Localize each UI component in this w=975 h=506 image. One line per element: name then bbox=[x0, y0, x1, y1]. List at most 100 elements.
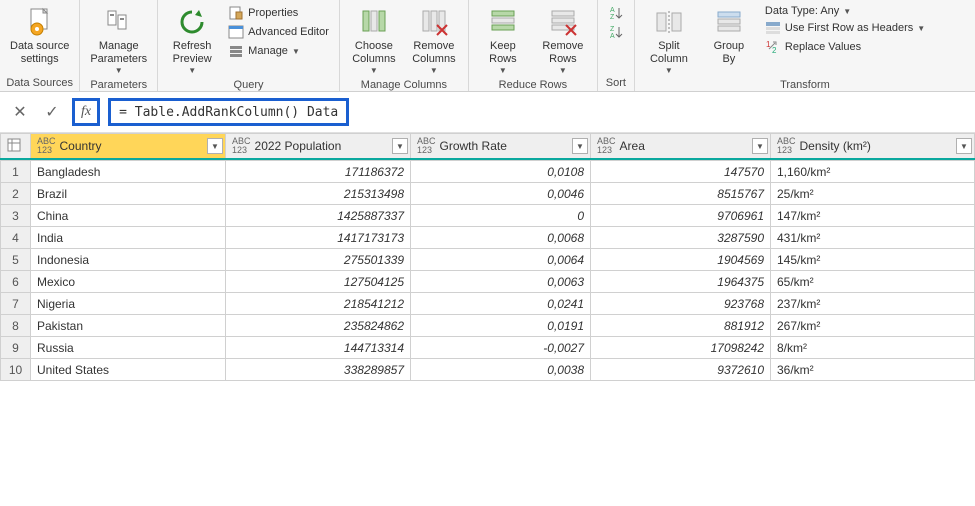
column-header-area[interactable]: ABC123 Area ▼ bbox=[591, 134, 771, 160]
cell-growth[interactable]: 0,0241 bbox=[411, 293, 591, 315]
split-column-button[interactable]: SplitColumn ▼ bbox=[639, 2, 699, 78]
properties-button[interactable]: Properties bbox=[224, 4, 333, 22]
choose-columns-button[interactable]: ChooseColumns ▼ bbox=[344, 2, 404, 78]
cell-growth[interactable]: 0,0038 bbox=[411, 359, 591, 381]
table-row[interactable]: 6Mexico1275041250,0063196437565/km² bbox=[1, 271, 975, 293]
cell-density[interactable]: 36/km² bbox=[771, 359, 975, 381]
cell-density[interactable]: 431/km² bbox=[771, 227, 975, 249]
group-by-button[interactable]: GroupBy bbox=[699, 2, 759, 68]
cell-area[interactable]: 8515767 bbox=[591, 183, 771, 205]
filter-button[interactable]: ▼ bbox=[207, 138, 223, 154]
cell-area[interactable]: 147570 bbox=[591, 161, 771, 183]
column-header-country[interactable]: ABC123 Country ▼ bbox=[31, 134, 226, 160]
remove-rows-button[interactable]: RemoveRows ▼ bbox=[533, 2, 593, 78]
cell-country[interactable]: Mexico bbox=[31, 271, 226, 293]
filter-button[interactable]: ▼ bbox=[392, 138, 408, 154]
cell-country[interactable]: Russia bbox=[31, 337, 226, 359]
column-header-density[interactable]: ABC123 Density (km²) ▼ bbox=[771, 134, 975, 160]
column-header-population[interactable]: ABC123 2022 Population ▼ bbox=[226, 134, 411, 160]
table-row[interactable]: 10United States3382898570,0038937261036/… bbox=[1, 359, 975, 381]
table-row[interactable]: 7Nigeria2185412120,0241923768237/km² bbox=[1, 293, 975, 315]
manage-parameters-label: ManageParameters bbox=[90, 40, 147, 66]
table-row[interactable]: 9Russia144713314-0,0027170982428/km² bbox=[1, 337, 975, 359]
table-row[interactable]: 8Pakistan2358248620,0191881912267/km² bbox=[1, 315, 975, 337]
table-row[interactable]: 4India14171731730,00683287590431/km² bbox=[1, 227, 975, 249]
cell-country[interactable]: Brazil bbox=[31, 183, 226, 205]
cell-population[interactable]: 1425887337 bbox=[226, 205, 411, 227]
cell-growth[interactable]: 0,0108 bbox=[411, 161, 591, 183]
cell-population[interactable]: 338289857 bbox=[226, 359, 411, 381]
cell-area[interactable]: 1904569 bbox=[591, 249, 771, 271]
filter-button[interactable]: ▼ bbox=[572, 138, 588, 154]
manage-button[interactable]: Manage ▼ bbox=[224, 42, 333, 60]
cell-country[interactable]: China bbox=[31, 205, 226, 227]
table-row[interactable]: 2Brazil2153134980,0046851576725/km² bbox=[1, 183, 975, 205]
remove-columns-button[interactable]: RemoveColumns ▼ bbox=[404, 2, 464, 78]
cell-population[interactable]: 235824862 bbox=[226, 315, 411, 337]
refresh-preview-button[interactable]: RefreshPreview ▼ bbox=[162, 2, 222, 78]
cell-country[interactable]: India bbox=[31, 227, 226, 249]
keep-rows-button[interactable]: KeepRows ▼ bbox=[473, 2, 533, 78]
parameters-icon bbox=[104, 4, 134, 40]
cell-density[interactable]: 65/km² bbox=[771, 271, 975, 293]
cell-country[interactable]: Indonesia bbox=[31, 249, 226, 271]
column-header-growth[interactable]: ABC123 Growth Rate ▼ bbox=[411, 134, 591, 160]
fx-button[interactable]: fx bbox=[72, 98, 100, 126]
cell-population[interactable]: 144713314 bbox=[226, 337, 411, 359]
data-source-settings-button[interactable]: Data sourcesettings bbox=[4, 2, 75, 68]
replace-values-button[interactable]: 12 Replace Values bbox=[761, 38, 929, 56]
cell-growth[interactable]: 0,0063 bbox=[411, 271, 591, 293]
cell-population[interactable]: 127504125 bbox=[226, 271, 411, 293]
filter-button[interactable]: ▼ bbox=[956, 138, 972, 154]
cell-density[interactable]: 25/km² bbox=[771, 183, 975, 205]
cell-growth[interactable]: 0 bbox=[411, 205, 591, 227]
cancel-formula-button[interactable]: ✕ bbox=[8, 100, 32, 124]
cell-area[interactable]: 3287590 bbox=[591, 227, 771, 249]
table-row[interactable]: 3China142588733709706961147/km² bbox=[1, 205, 975, 227]
cell-density[interactable]: 8/km² bbox=[771, 337, 975, 359]
data-type-button[interactable]: Data Type: Any ▼ bbox=[761, 4, 929, 18]
table-row[interactable]: 1Bangladesh1711863720,01081475701,160/km… bbox=[1, 161, 975, 183]
cell-population[interactable]: 215313498 bbox=[226, 183, 411, 205]
group-label-parameters: Parameters bbox=[84, 78, 153, 93]
row-number: 10 bbox=[1, 359, 31, 381]
accept-formula-button[interactable]: ✓ bbox=[40, 100, 64, 124]
cell-density[interactable]: 145/km² bbox=[771, 249, 975, 271]
cell-area[interactable]: 9372610 bbox=[591, 359, 771, 381]
sort-asc-button[interactable]: AZ bbox=[604, 4, 628, 22]
cell-density[interactable]: 147/km² bbox=[771, 205, 975, 227]
cell-area[interactable]: 923768 bbox=[591, 293, 771, 315]
cell-area[interactable]: 1964375 bbox=[591, 271, 771, 293]
first-row-headers-button[interactable]: Use First Row as Headers ▼ bbox=[761, 19, 929, 37]
filter-button[interactable]: ▼ bbox=[752, 138, 768, 154]
split-column-icon bbox=[654, 4, 684, 40]
cell-growth[interactable]: -0,0027 bbox=[411, 337, 591, 359]
fx-label: fx bbox=[81, 104, 91, 120]
cell-population[interactable]: 218541212 bbox=[226, 293, 411, 315]
cell-population[interactable]: 171186372 bbox=[226, 161, 411, 183]
cell-country[interactable]: Nigeria bbox=[31, 293, 226, 315]
manage-parameters-button[interactable]: ManageParameters ▼ bbox=[84, 2, 153, 78]
cell-density[interactable]: 1,160/km² bbox=[771, 161, 975, 183]
cell-growth[interactable]: 0,0064 bbox=[411, 249, 591, 271]
cell-growth[interactable]: 0,0046 bbox=[411, 183, 591, 205]
cell-population[interactable]: 1417173173 bbox=[226, 227, 411, 249]
advanced-editor-button[interactable]: Advanced Editor bbox=[224, 23, 333, 41]
cell-country[interactable]: Bangladesh bbox=[31, 161, 226, 183]
table-row[interactable]: 5Indonesia2755013390,00641904569145/km² bbox=[1, 249, 975, 271]
cell-area[interactable]: 17098242 bbox=[591, 337, 771, 359]
cell-area[interactable]: 881912 bbox=[591, 315, 771, 337]
cell-density[interactable]: 237/km² bbox=[771, 293, 975, 315]
sort-desc-button[interactable]: ZA bbox=[604, 23, 628, 41]
table-corner-button[interactable] bbox=[1, 134, 31, 160]
close-icon: ✕ bbox=[13, 102, 26, 122]
cell-growth[interactable]: 0,0191 bbox=[411, 315, 591, 337]
formula-input[interactable]: = Table.AddRankColumn() Data bbox=[108, 98, 349, 126]
cell-country[interactable]: Pakistan bbox=[31, 315, 226, 337]
cell-area[interactable]: 9706961 bbox=[591, 205, 771, 227]
cell-population[interactable]: 275501339 bbox=[226, 249, 411, 271]
cell-density[interactable]: 267/km² bbox=[771, 315, 975, 337]
cell-growth[interactable]: 0,0068 bbox=[411, 227, 591, 249]
chevron-down-icon: ▼ bbox=[499, 66, 507, 76]
cell-country[interactable]: United States bbox=[31, 359, 226, 381]
